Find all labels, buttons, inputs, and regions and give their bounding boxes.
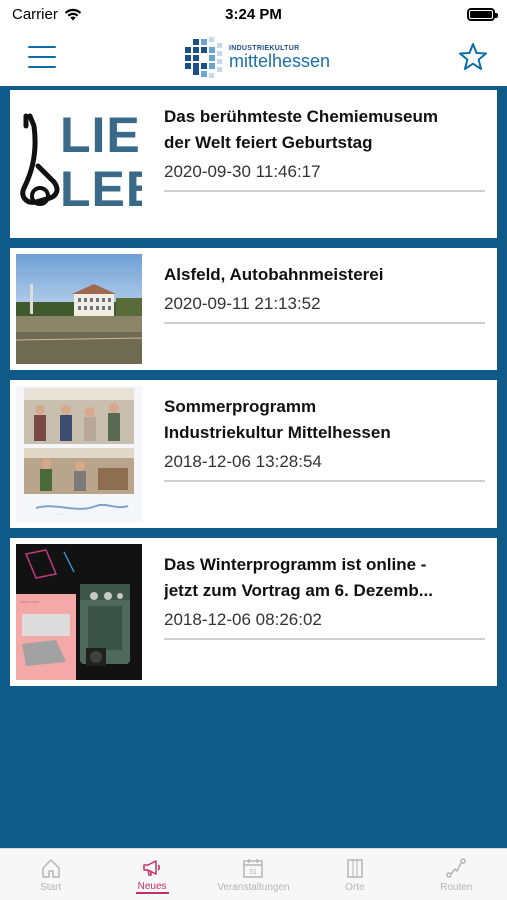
svg-text:~~~ ~~~: ~~~ ~~~ [20, 600, 39, 606]
tab-orte[interactable]: Orte [305, 857, 405, 893]
news-date: 2020-09-30 11:46:17 [164, 160, 485, 192]
tab-label: Routen [440, 881, 473, 893]
nav-bar: INDUSTRIEKULTUR mittelhessen [0, 28, 507, 86]
building-icon [347, 858, 363, 878]
route-icon [446, 857, 466, 878]
tab-routen[interactable]: Routen [406, 857, 506, 893]
star-icon[interactable] [457, 41, 489, 73]
logo-big-text: mittelhessen [228, 50, 331, 71]
tab-veranstaltungen[interactable]: 31 Veranstaltungen [203, 857, 303, 893]
carrier-label: Carrier [12, 5, 58, 23]
thumbnail-text-bottom: LEB [60, 161, 142, 217]
news-date: 2018-12-06 08:26:02 [164, 608, 485, 640]
news-title: Sommerprogramm Industriekultur Mittelhes… [164, 397, 391, 442]
news-date: 2018-12-06 13:28:54 [164, 450, 485, 482]
news-item[interactable]: Alsfeld, Autobahnmeisterei 2020-09-11 21… [10, 248, 497, 370]
battery-icon [466, 7, 498, 21]
news-item[interactable]: LIEB LEB Das berühmteste Chemiemuseum de… [10, 90, 497, 238]
app-logo: INDUSTRIEKULTUR mittelhessen [183, 33, 330, 81]
news-date: 2020-09-11 21:13:52 [164, 292, 485, 324]
svg-text:31: 31 [250, 869, 258, 876]
news-thumbnail: · · · [16, 386, 142, 522]
news-title: Alsfeld, Autobahnmeisterei [164, 265, 384, 284]
thumbnail-text-top: LIEB [60, 107, 142, 163]
home-icon [41, 858, 60, 878]
status-bar: Carrier 3:24 PM [0, 0, 507, 28]
calendar-icon: 31 [243, 858, 264, 878]
svg-text:· · ·: · · · [56, 512, 64, 518]
gear-logo-icon [184, 37, 222, 78]
news-thumbnail: LIEB LEB [16, 96, 142, 232]
tab-label: Orte [345, 881, 365, 893]
tab-label: Veranstaltungen [217, 881, 290, 893]
news-title: Das Winterprogramm ist online - jetzt zu… [164, 555, 433, 600]
news-thumbnail: ~~~ ~~~ [16, 544, 142, 680]
tab-start[interactable]: Start [1, 857, 101, 893]
news-thumbnail [16, 254, 142, 364]
tab-bar: Start Neues 31 Veranstaltungen Orte Rout… [0, 848, 507, 900]
wifi-icon [64, 8, 82, 20]
tab-label: Start [40, 881, 62, 893]
news-item[interactable]: · · · Sommerprogramm Industriekultur Mit… [10, 380, 497, 528]
hamburger-menu-icon[interactable] [28, 46, 56, 68]
status-time: 3:24 PM [225, 5, 282, 23]
news-title: Das berühmteste Chemiemuseum der Welt fe… [164, 107, 438, 152]
news-item[interactable]: ~~~ ~~~ Das Winterprogramm ist online - … [10, 538, 497, 686]
news-list: LIEB LEB Das berühmteste Chemiemuseum de… [0, 86, 507, 848]
tab-neues[interactable]: Neues [102, 856, 202, 894]
megaphone-icon [143, 859, 161, 876]
tab-label: Neues [135, 880, 169, 894]
